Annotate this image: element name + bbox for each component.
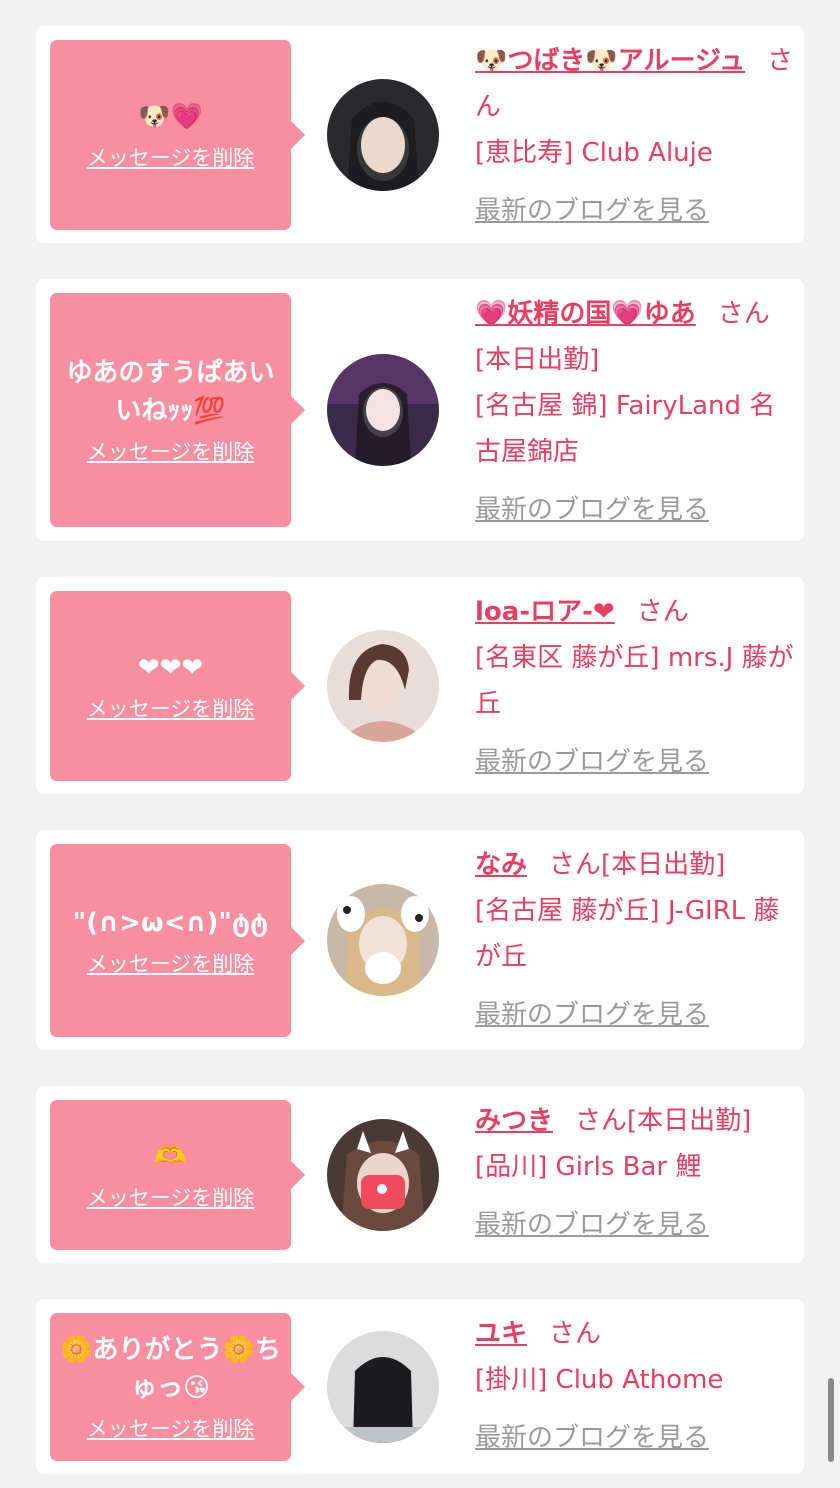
scrollbar[interactable] — [828, 1378, 834, 1462]
delete-message-link[interactable]: メッセージを削除 — [87, 1413, 255, 1443]
cast-info: 🐶つばき🐶アルージュ さん [恵比寿] Club Aluje 最新のブログを見る — [475, 38, 794, 234]
cast-name-link[interactable]: ユキ — [475, 1319, 527, 1349]
message-text: 🫶 — [154, 1142, 187, 1172]
latest-blog-link[interactable]: 最新のブログを見る — [475, 739, 794, 785]
shop-name: [名古屋 藤が丘] J-GIRL 藤が丘 — [475, 896, 780, 972]
latest-blog-link[interactable]: 最新のブログを見る — [475, 1415, 794, 1461]
honorific: さん — [549, 1319, 602, 1349]
cast-info: loa-ロア-❤ さん [名東区 藤が丘] mrs.J 藤が丘 最新のブログを見る — [475, 589, 794, 785]
cast-info: なみ さん[本日出勤] [名古屋 藤が丘] J-GIRL 藤が丘 最新のブログを見… — [475, 842, 794, 1038]
message-bubble: 🐶💗 メッセージを削除 — [50, 40, 305, 230]
cast-name-link[interactable]: 💗妖精の国💗ゆあ — [475, 299, 696, 329]
latest-blog-link[interactable]: 最新のブログを見る — [475, 1202, 794, 1248]
latest-blog-link[interactable]: 最新のブログを見る — [475, 188, 794, 234]
attendance-badge: [本日出勤] — [475, 345, 600, 375]
honorific: さん — [549, 850, 602, 880]
cast-info: みつき さん[本日出勤] [品川] Girls Bar 鯉 最新のブログを見る — [475, 1098, 794, 1248]
cast-info: ユキ さん [掛川] Club Athome 最新のブログを見る — [475, 1311, 794, 1461]
message-card: 🌼ありがとう🌼ちゅっ😘 メッセージを削除 ユキ さん [掛川] Club Atho… — [36, 1299, 804, 1474]
honorific: さん — [636, 597, 689, 627]
avatar[interactable] — [327, 630, 439, 742]
avatar[interactable] — [327, 1331, 439, 1443]
message-text: "(∩>ω<∩)"ტტ — [72, 907, 269, 938]
message-text: 🌼ありがとう🌼ちゅっ😘 — [60, 1335, 281, 1403]
message-card: ゆあのすうぱあいいねｯｯ💯 メッセージを削除 💗妖精の国💗ゆあ さん [本日出勤] … — [36, 279, 804, 541]
cast-info: 💗妖精の国💗ゆあ さん [本日出勤] [名古屋 錦] FairyLand 名古屋錦店… — [475, 291, 794, 533]
message-bubble: 🫶 メッセージを削除 — [50, 1100, 305, 1250]
honorific: さん — [575, 1106, 628, 1136]
message-card: "(∩>ω<∩)"ტტ メッセージを削除 なみ さん[本日出勤] [名古屋 藤が丘… — [36, 830, 804, 1050]
delete-message-link[interactable]: メッセージを削除 — [87, 693, 255, 723]
latest-blog-link[interactable]: 最新のブログを見る — [475, 487, 794, 533]
message-card: 🐶💗 メッセージを削除 🐶つばき🐶アルージュ さん [恵比寿] Club Aluj… — [36, 26, 804, 243]
message-card: 🫶 メッセージを削除 みつき さん[本日出勤] [品川] Girls Bar 鯉 … — [36, 1086, 804, 1263]
message-text: ❤❤❤ — [137, 653, 204, 683]
delete-message-link[interactable]: メッセージを削除 — [87, 948, 255, 978]
avatar[interactable] — [327, 354, 439, 466]
shop-name: [掛川] Club Athome — [475, 1365, 724, 1395]
honorific: さん — [717, 299, 770, 329]
shop-name: [名古屋 錦] FairyLand 名古屋錦店 — [475, 391, 776, 467]
avatar[interactable] — [327, 884, 439, 996]
message-bubble: ゆあのすうぱあいいねｯｯ💯 メッセージを削除 — [50, 293, 305, 527]
delete-message-link[interactable]: メッセージを削除 — [87, 142, 255, 172]
message-bubble: ❤❤❤ メッセージを削除 — [50, 591, 305, 781]
cast-name-link[interactable]: なみ — [475, 850, 527, 880]
shop-name: [品川] Girls Bar 鯉 — [475, 1152, 702, 1182]
avatar[interactable] — [327, 1119, 439, 1231]
cast-name-link[interactable]: loa-ロア-❤ — [475, 597, 615, 627]
cast-name-link[interactable]: 🐶つばき🐶アルージュ — [475, 46, 745, 76]
shop-name: [名東区 藤が丘] mrs.J 藤が丘 — [475, 643, 794, 719]
message-bubble: "(∩>ω<∩)"ტტ メッセージを削除 — [50, 844, 305, 1037]
cast-name-link[interactable]: みつき — [475, 1106, 553, 1136]
shop-name: [恵比寿] Club Aluje — [475, 138, 713, 168]
delete-message-link[interactable]: メッセージを削除 — [87, 436, 255, 466]
avatar[interactable] — [327, 79, 439, 191]
latest-blog-link[interactable]: 最新のブログを見る — [475, 992, 794, 1038]
delete-message-link[interactable]: メッセージを削除 — [87, 1182, 255, 1212]
message-card: ❤❤❤ メッセージを削除 loa-ロア-❤ さん [名東区 藤が丘] mrs.J … — [36, 577, 804, 794]
message-bubble: 🌼ありがとう🌼ちゅっ😘 メッセージを削除 — [50, 1313, 305, 1461]
message-text: ゆあのすうぱあいいねｯｯ💯 — [66, 358, 275, 426]
message-text: 🐶💗 — [138, 102, 203, 132]
attendance-badge: [本日出勤] — [601, 850, 726, 880]
attendance-badge: [本日出勤] — [627, 1106, 752, 1136]
